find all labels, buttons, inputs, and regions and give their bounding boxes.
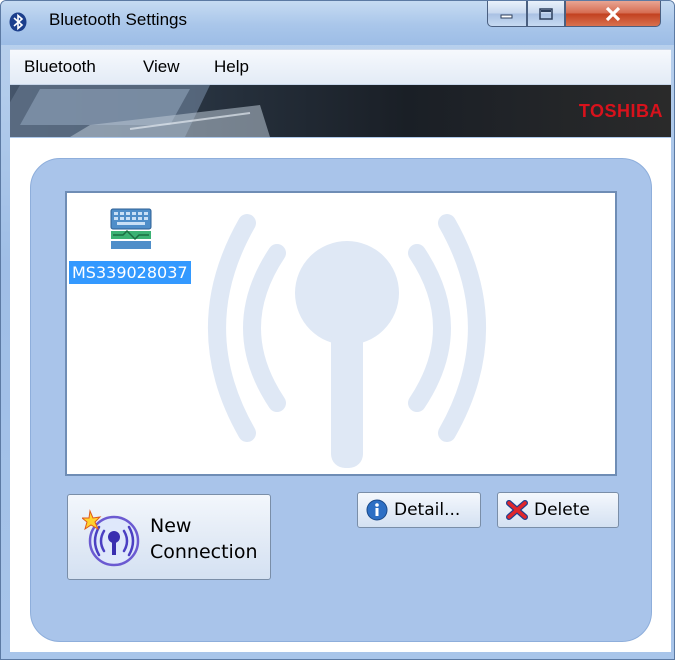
toshiba-logo: TOSHIBA — [578, 101, 663, 121]
title-bar[interactable]: Bluetooth Settings — [1, 1, 674, 45]
device-list[interactable]: MS339028037 — [65, 191, 617, 476]
keyboard-icon — [110, 208, 152, 249]
close-button[interactable] — [565, 1, 661, 27]
close-icon — [605, 6, 621, 21]
new-connection-label-line2: Connection — [150, 541, 258, 563]
device-panel: MS339028037 New Connection Detail... Del… — [30, 158, 652, 642]
menu-help[interactable]: Help — [214, 57, 249, 77]
maximize-button[interactable] — [527, 1, 565, 27]
detail-label: Detail... — [394, 500, 461, 520]
menu-bluetooth[interactable]: Bluetooth — [24, 57, 96, 77]
new-connection-button[interactable]: New Connection — [67, 494, 271, 580]
bluetooth-antenna-watermark — [208, 214, 486, 468]
delete-label: Delete — [534, 500, 590, 520]
content-area: MS339028037 New Connection Detail... Del… — [10, 138, 671, 652]
menu-bar: Bluetooth View Help — [10, 49, 671, 85]
minimize-button[interactable] — [487, 1, 527, 27]
maximize-icon — [539, 7, 553, 20]
delete-button[interactable]: Delete — [497, 492, 619, 528]
menu-view[interactable]: View — [143, 57, 180, 77]
laptop-graphic — [10, 85, 270, 137]
bluetooth-settings-window: Bluetooth Settings Bluetooth View Help T… — [0, 0, 675, 660]
device-name: MS339028037 — [69, 261, 191, 284]
window-title: Bluetooth Settings — [49, 10, 187, 29]
info-icon — [366, 499, 388, 521]
new-connection-label: New Connection — [150, 513, 270, 565]
bluetooth-icon — [9, 12, 27, 32]
delete-x-icon — [506, 500, 528, 520]
new-connection-label-line1: New — [150, 515, 192, 537]
detail-button[interactable]: Detail... — [357, 492, 481, 528]
minimize-icon — [500, 14, 513, 18]
device-item[interactable]: MS339028037 — [69, 207, 209, 291]
new-connection-icon — [82, 509, 140, 567]
header-banner: TOSHIBA — [10, 85, 671, 137]
